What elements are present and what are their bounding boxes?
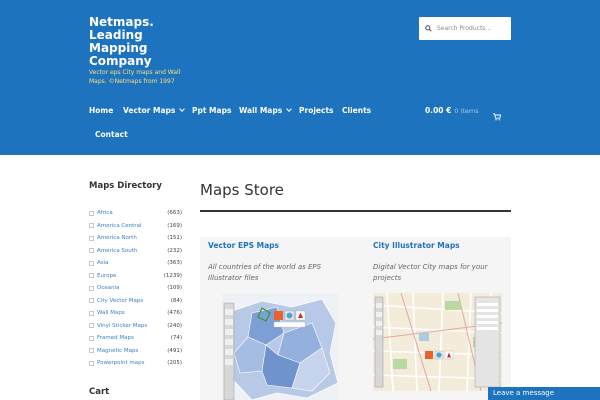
category-count: (1239) — [163, 272, 182, 279]
category-item[interactable]: Powerpoint maps (205) — [89, 357, 182, 370]
site-title[interactable]: Netmaps. Leading Mapping Company — [89, 16, 199, 68]
category-link[interactable]: Asia — [97, 260, 167, 266]
category-item[interactable]: City Vector Maps (84) — [89, 295, 182, 308]
category-link[interactable]: America Central — [97, 223, 167, 229]
category-count: (205) — [167, 360, 182, 367]
category-link[interactable]: Wall Maps — [97, 310, 167, 316]
category-link[interactable]: America North — [97, 235, 167, 241]
cart-heading: Cart — [89, 387, 110, 397]
search-box[interactable] — [419, 17, 511, 40]
vector-eps-map-image[interactable] — [222, 293, 338, 400]
category-item[interactable]: Wall Maps (476) — [89, 307, 182, 320]
nav-clients[interactable]: Clients — [342, 106, 371, 115]
category-link[interactable]: Powerpoint maps — [97, 360, 167, 366]
search-icon[interactable] — [419, 17, 437, 40]
live-chat-button[interactable]: Leave a message — [488, 387, 600, 400]
category-count: (363) — [167, 260, 182, 267]
category-item[interactable]: America South (232) — [89, 245, 182, 258]
category-link[interactable]: City Vector Maps — [97, 298, 171, 304]
bullet-icon — [89, 248, 94, 254]
category-link[interactable]: Europe — [97, 273, 164, 279]
nav-wall-maps[interactable]: Wall Maps — [239, 106, 293, 115]
cart-total: 0.00 € — [425, 106, 452, 115]
product-description: All countries of the world as EPS Illust… — [208, 263, 322, 282]
category-link[interactable]: Framed Maps — [97, 335, 171, 341]
nav-label: Wall Maps — [239, 106, 283, 115]
category-count: (151) — [167, 235, 182, 242]
title-divider — [200, 210, 511, 212]
category-list: Africa (663) America Central (169) America… — [89, 207, 182, 370]
header-cart[interactable]: 0.00 €0 items — [425, 106, 479, 115]
site-header: Netmaps. Leading Mapping Company Vector … — [0, 0, 600, 155]
cart-item-count: 0 items — [454, 107, 479, 115]
bullet-icon — [89, 323, 94, 329]
category-item[interactable]: Framed Maps (74) — [89, 332, 182, 345]
search-input[interactable] — [437, 25, 507, 32]
maps-directory-heading: Maps Directory — [89, 181, 162, 191]
category-link[interactable]: Oceania — [97, 285, 167, 291]
category-count: (663) — [167, 210, 182, 217]
bullet-icon — [89, 260, 94, 266]
category-item[interactable]: Vinyl Sticker Maps (240) — [89, 320, 182, 333]
product-title-vector-eps[interactable]: Vector EPS Maps — [208, 241, 279, 250]
nav-ppt-maps[interactable]: Ppt Maps — [192, 106, 231, 115]
bullet-icon — [89, 285, 94, 291]
bullet-icon — [89, 210, 94, 216]
category-item[interactable]: America Central (169) — [89, 220, 182, 233]
nav-label: Vector Maps — [123, 106, 176, 115]
category-link[interactable]: Vinyl Sticker Maps — [97, 323, 167, 329]
shopping-cart-icon[interactable] — [493, 106, 502, 125]
bullet-icon — [89, 310, 94, 316]
page-title: Maps Store — [200, 181, 284, 199]
product-description: Digital Vector City maps for your projec… — [373, 263, 488, 282]
bullet-icon — [89, 298, 94, 304]
category-count: (232) — [167, 247, 182, 254]
category-count: (240) — [167, 322, 182, 329]
nav-contact[interactable]: Contact — [95, 130, 128, 139]
category-item[interactable]: America North (151) — [89, 232, 182, 245]
category-link[interactable]: Magnetic Maps — [97, 348, 167, 354]
category-count: (84) — [170, 297, 182, 304]
chevron-down-icon — [179, 106, 186, 112]
bullet-icon — [89, 360, 94, 366]
category-item[interactable]: Asia (363) — [89, 257, 182, 270]
category-item[interactable]: Oceania (109) — [89, 282, 182, 295]
product-grid: Vector EPS Maps All countries of the wor… — [200, 237, 511, 400]
city-illustrator-map-image[interactable] — [373, 293, 502, 391]
category-item[interactable]: Africa (663) — [89, 207, 182, 220]
category-count: (169) — [167, 222, 182, 229]
category-count: (109) — [167, 285, 182, 292]
bullet-icon — [89, 273, 94, 279]
bullet-icon — [89, 235, 94, 241]
site-description: Vector eps City maps and Wall Maps. ©Net… — [89, 69, 181, 85]
category-item[interactable]: Magnetic Maps (491) — [89, 345, 182, 358]
category-count: (74) — [170, 335, 182, 342]
category-count: (476) — [167, 310, 182, 317]
nav-home[interactable]: Home — [89, 106, 113, 115]
product-title-city-illustrator[interactable]: City Illustrator Maps — [373, 241, 460, 250]
category-item[interactable]: Europe (1239) — [89, 270, 182, 283]
category-count: (491) — [167, 347, 182, 354]
nav-projects[interactable]: Projects — [299, 106, 334, 115]
category-link[interactable]: America South — [97, 248, 167, 254]
nav-vector-maps[interactable]: Vector Maps — [123, 106, 186, 115]
chevron-down-icon — [286, 106, 293, 112]
bullet-icon — [89, 223, 94, 229]
bullet-icon — [89, 348, 94, 354]
bullet-icon — [89, 335, 94, 341]
category-link[interactable]: Africa — [97, 210, 167, 216]
